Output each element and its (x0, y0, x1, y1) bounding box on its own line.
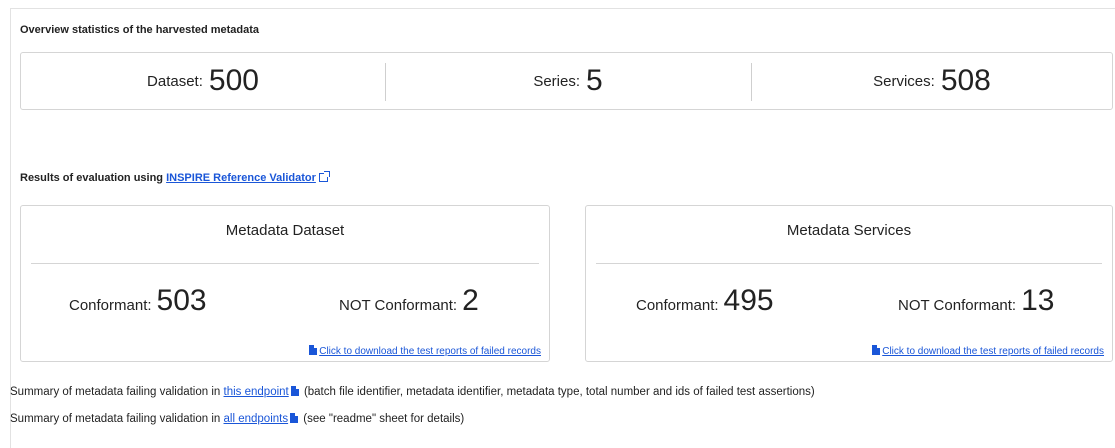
conformant-metric: Conformant: 503 (69, 284, 207, 318)
not-conformant-label: NOT Conformant: (339, 297, 458, 314)
stat-dataset-label: Dataset: (147, 72, 203, 90)
not-conformant-value: 13 (1021, 284, 1055, 317)
not-conformant-label: NOT Conformant: (898, 297, 1017, 314)
conformant-value: 503 (156, 284, 207, 317)
validator-link[interactable]: INSPIRE Reference Validator (166, 171, 330, 184)
summary-suffix: (batch file identifier, metadata identif… (303, 386, 815, 398)
evaluation-title: Results of evaluation using INSPIRE Refe… (20, 171, 330, 184)
external-link-icon (318, 171, 330, 182)
metadata-dataset-card: Metadata Dataset Conformant: 503 NOT Con… (20, 205, 550, 362)
metadata-services-card: Metadata Services Conformant: 495 NOT Co… (585, 205, 1113, 362)
evaluation-title-prefix: Results of evaluation using (20, 172, 164, 184)
all-endpoints-link[interactable]: all endpoints (224, 413, 289, 425)
conformant-metric: Conformant: 495 (636, 284, 774, 318)
stat-services-value: 508 (940, 64, 991, 97)
download-reports-label: Click to download the test reports of fa… (319, 346, 541, 357)
summary-prefix: Summary of metadata failing validation i… (10, 386, 221, 398)
conformant-value: 495 (723, 284, 774, 317)
card-title: Metadata Dataset (225, 221, 345, 239)
card-divider (596, 263, 1102, 264)
summary-this-endpoint: Summary of metadata failing validation i… (10, 386, 815, 398)
stat-series-label: Series: (533, 72, 580, 90)
overview-title: Overview statistics of the harvested met… (20, 24, 260, 36)
stat-dataset: Dataset: 500 (21, 53, 385, 109)
document-icon (309, 345, 318, 355)
document-icon (872, 345, 881, 355)
summary-all-endpoints: Summary of metadata failing validation i… (10, 413, 464, 425)
stat-services-label: Services: (873, 72, 935, 90)
summary-suffix: (see "readme" sheet for details) (303, 413, 465, 425)
not-conformant-value: 2 (462, 284, 479, 317)
summary-prefix: Summary of metadata failing validation i… (10, 413, 221, 425)
overview-stats-card: Dataset: 500 Series: 5 Services: 508 (20, 52, 1113, 110)
card-title: Metadata Services (786, 221, 912, 239)
spreadsheet-icon (290, 386, 299, 396)
download-reports-label: Click to download the test reports of fa… (882, 346, 1104, 357)
this-endpoint-link[interactable]: this endpoint (224, 386, 289, 398)
not-conformant-metric: NOT Conformant: 2 (339, 284, 479, 318)
download-reports-link[interactable]: Click to download the test reports of fa… (309, 345, 541, 357)
not-conformant-metric: NOT Conformant: 13 (898, 284, 1054, 318)
spreadsheet-icon (290, 413, 299, 423)
stat-services: Services: 508 (752, 53, 1112, 109)
stat-series-value: 5 (586, 64, 603, 97)
stat-dataset-value: 500 (208, 64, 259, 97)
card-divider (31, 263, 539, 264)
all-endpoints-label: all endpoints (223, 413, 289, 425)
download-reports-link[interactable]: Click to download the test reports of fa… (872, 345, 1104, 357)
conformant-label: Conformant: (69, 297, 152, 314)
validator-link-label: INSPIRE Reference Validator (166, 172, 316, 184)
this-endpoint-label: this endpoint (223, 386, 289, 398)
conformant-label: Conformant: (636, 297, 719, 314)
stat-series: Series: 5 (386, 53, 750, 109)
